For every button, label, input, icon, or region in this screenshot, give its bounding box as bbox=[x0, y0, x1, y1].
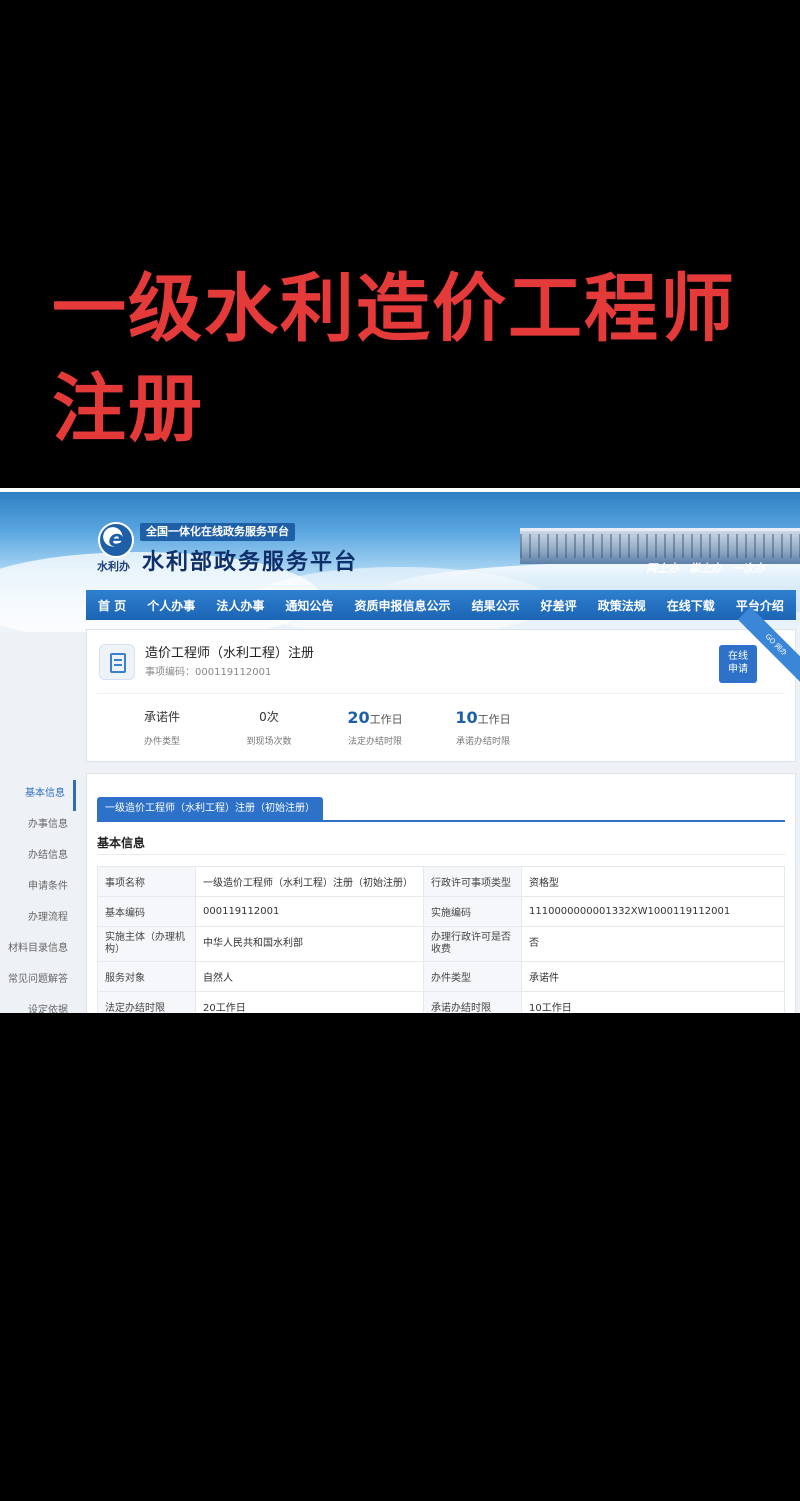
stat-promised-time-limit: 10工作日 承诺办结时限 bbox=[455, 708, 511, 747]
headline-line-1: 一级水利造价工程师 bbox=[52, 266, 736, 352]
nav-item-downloads[interactable]: 在线下载 bbox=[667, 597, 715, 614]
service-title: 造价工程师（水利工程）注册 bbox=[145, 646, 315, 661]
section-title: 基本信息 bbox=[97, 836, 146, 850]
nav-item-notices[interactable]: 通知公告 bbox=[285, 597, 333, 614]
logo-caption: 水利办 bbox=[97, 560, 130, 573]
document-icon bbox=[99, 644, 135, 680]
service-summary-card: 造价工程师（水利工程）注册 事项编码：000119112001 在线 申请 GO … bbox=[86, 606, 800, 762]
platform-tag: 全国一体化在线政务服务平台 bbox=[140, 523, 295, 541]
stat-case-type: 承诺件 办件类型 bbox=[143, 710, 180, 747]
sidenav-item-conditions[interactable]: 申请条件 bbox=[0, 873, 76, 904]
site-title[interactable]: 水利部政务服务平台 bbox=[142, 544, 358, 576]
apply-online-button[interactable]: 在线 申请 bbox=[719, 645, 757, 683]
sidenav-item-basic-info[interactable]: 基本信息 bbox=[0, 780, 76, 811]
stat-legal-time-limit: 20工作日 法定办结时限 bbox=[347, 708, 403, 747]
slogan: 网上办 bbox=[646, 562, 679, 575]
headline-line-2: 注册 bbox=[52, 366, 204, 452]
sidenav-item-completion-info[interactable]: 办结信息 bbox=[0, 842, 76, 873]
nav-item-about[interactable]: 平台介绍 bbox=[736, 597, 784, 614]
tab-initial-registration[interactable]: 一级造价工程师（水利工程）注册（初始注册） bbox=[97, 797, 323, 821]
site-logo-icon[interactable]: e bbox=[98, 522, 134, 558]
slogan: 一次办 bbox=[732, 562, 765, 575]
slogans: 网上办 掌上办 一次办 bbox=[646, 560, 775, 576]
screenshot: e 水利办 全国一体化在线政务服务平台 水利部政务服务平台 网上办 掌上办 一次办 … bbox=[0, 488, 800, 1013]
nav-item-qualification-publicity[interactable]: 资质申报信息公示 bbox=[354, 597, 450, 614]
service-code: 事项编码：000119112001 bbox=[145, 667, 272, 678]
nav-item-legal-person[interactable]: 法人办事 bbox=[216, 597, 264, 614]
slogan: 掌上办 bbox=[689, 562, 722, 575]
table-row: 法定办结时限 20工作日 承诺办结时限 10工作日 bbox=[97, 991, 785, 1013]
table-row: 基本编码 000119112001 实施编码 1110000000001332X… bbox=[97, 896, 785, 927]
details-card: 一级造价工程师（水利工程）注册（初始注册） 基本信息 事项名称 一级造价工程师（… bbox=[86, 773, 796, 1013]
table-row: 服务对象 自然人 办件类型 承诺件 bbox=[97, 961, 785, 992]
sidenav-item-faq[interactable]: 常见问题解答 bbox=[0, 966, 76, 997]
basic-info-table: 事项名称 一级造价工程师（水利工程）注册（初始注册） 行政许可事项类型 资格型 … bbox=[97, 866, 785, 1013]
side-nav: 基本信息 办事信息 办结信息 申请条件 办理流程 材料目录信息 常见问题解答 设… bbox=[0, 780, 76, 1013]
table-row: 事项名称 一级造价工程师（水利工程）注册（初始注册） 行政许可事项类型 资格型 bbox=[97, 866, 785, 897]
nav-item-personal[interactable]: 个人办事 bbox=[147, 597, 195, 614]
sidenav-item-basis[interactable]: 设定依据 bbox=[0, 997, 76, 1013]
sidenav-item-materials[interactable]: 材料目录信息 bbox=[0, 935, 76, 966]
main-nav: 首 页 个人办事 法人办事 通知公告 资质申报信息公示 结果公示 好差评 政策法… bbox=[86, 590, 796, 620]
nav-item-results[interactable]: 结果公示 bbox=[472, 597, 520, 614]
sidenav-item-process[interactable]: 办理流程 bbox=[0, 904, 76, 935]
stat-visits: 0次 到现场次数 bbox=[246, 710, 292, 747]
nav-item-home[interactable]: 首 页 bbox=[98, 597, 126, 614]
sidenav-item-handling-info[interactable]: 办事信息 bbox=[0, 811, 76, 842]
nav-item-rating[interactable]: 好差评 bbox=[541, 597, 577, 614]
table-row: 实施主体（办理机构） 中华人民共和国水利部 办理行政许可是否收费 否 bbox=[97, 926, 785, 962]
nav-item-policies[interactable]: 政策法规 bbox=[598, 597, 646, 614]
